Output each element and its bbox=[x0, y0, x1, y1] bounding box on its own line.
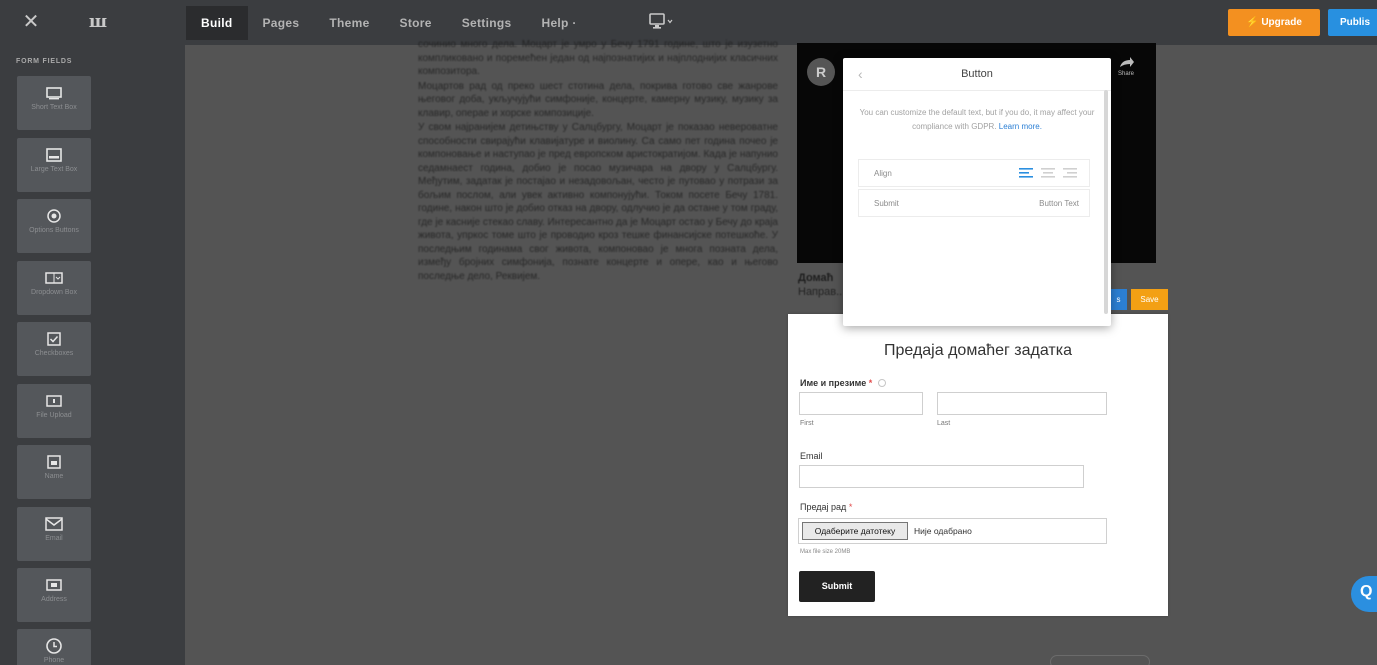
button-text-row[interactable]: Submit Button Text bbox=[858, 189, 1090, 217]
button-text-label: Button Text bbox=[1039, 199, 1079, 208]
align-center-icon[interactable] bbox=[1041, 168, 1055, 178]
tile-label: Short Text Box bbox=[31, 104, 77, 111]
popover-header: ‹ Button bbox=[843, 58, 1111, 91]
doc-paragraph: сочинио много дела. Моцарт је умро у Беч… bbox=[418, 39, 778, 77]
nav-theme[interactable]: Theme bbox=[314, 6, 384, 40]
form-title[interactable]: Предаја домаћег задатка bbox=[884, 342, 1072, 360]
submit-button[interactable]: Submit bbox=[799, 571, 875, 602]
email-input[interactable] bbox=[799, 465, 1084, 488]
tile-large-text[interactable]: Large Text Box bbox=[17, 138, 91, 192]
help-icon[interactable] bbox=[877, 379, 886, 387]
weebly-logo-icon[interactable]: ꟺ bbox=[84, 9, 112, 35]
upgrade-button[interactable]: ⚡ Upgrade bbox=[1228, 9, 1320, 36]
align-left-icon[interactable] bbox=[1019, 168, 1033, 178]
first-sublabel: First bbox=[800, 420, 814, 427]
tile-label: Dropdown Box bbox=[31, 289, 77, 296]
gdpr-note-text: You can customize the default text, but … bbox=[859, 108, 1095, 131]
gdpr-note: You can customize the default text, but … bbox=[857, 106, 1097, 134]
radio-icon bbox=[17, 206, 91, 226]
last-name-input[interactable] bbox=[937, 392, 1107, 415]
short-text-icon bbox=[17, 83, 91, 103]
align-row: Align bbox=[858, 159, 1090, 187]
tile-options-buttons[interactable]: Options Buttons bbox=[17, 199, 91, 253]
bottom-pill bbox=[1050, 655, 1150, 665]
upload-field-label[interactable]: Предај рад * bbox=[800, 502, 852, 512]
help-assistant-button[interactable]: Q bbox=[1351, 576, 1377, 612]
share-icon[interactable]: Share bbox=[1116, 55, 1136, 89]
align-right-icon[interactable] bbox=[1063, 168, 1077, 178]
tile-phone[interactable]: Phone bbox=[17, 629, 91, 665]
tile-email[interactable]: Email bbox=[17, 507, 91, 561]
tile-label: Name bbox=[44, 473, 64, 480]
name-field-label[interactable]: Име и презиме * bbox=[800, 378, 886, 388]
main-nav: Build Pages Theme Store Settings Help · bbox=[186, 6, 592, 40]
tile-address[interactable]: Address bbox=[17, 568, 91, 622]
button-settings-popover: ‹ Button You can customize the default t… bbox=[843, 58, 1111, 326]
popover-scrollbar[interactable] bbox=[1104, 90, 1108, 314]
toolbar-save-button[interactable]: Save bbox=[1131, 289, 1168, 310]
section-subtitle: Направ... bbox=[798, 286, 843, 298]
nav-settings[interactable]: Settings bbox=[447, 6, 527, 40]
checkbox-icon bbox=[17, 329, 91, 349]
tile-name[interactable]: Name bbox=[17, 445, 91, 499]
choose-file-button[interactable]: Одаберите датотеку bbox=[802, 522, 908, 540]
monitor-icon[interactable] bbox=[648, 11, 674, 33]
popover-title: Button bbox=[961, 68, 993, 80]
nav-pages[interactable]: Pages bbox=[248, 6, 315, 40]
email-icon bbox=[17, 514, 91, 534]
email-field-label[interactable]: Email bbox=[800, 451, 823, 461]
max-size-note: Max file size 20MB bbox=[800, 549, 851, 555]
align-label: Align bbox=[874, 169, 892, 178]
learn-more-link[interactable]: Learn more. bbox=[999, 122, 1042, 131]
tile-label: File Upload bbox=[36, 412, 72, 419]
tile-dropdown[interactable]: Dropdown Box bbox=[17, 261, 91, 315]
required-mark: * bbox=[868, 378, 873, 388]
upload-icon bbox=[17, 391, 91, 411]
align-options bbox=[1019, 168, 1077, 178]
form-fields-panel: FORM FIELDS Short Text Box Large Text Bo… bbox=[0, 45, 185, 665]
clock-icon bbox=[17, 636, 91, 656]
first-name-input[interactable] bbox=[799, 392, 923, 415]
doc-paragraph: У свом најранијем детињству у Салцбургу,… bbox=[418, 122, 778, 282]
publish-button[interactable]: Publis bbox=[1328, 9, 1377, 36]
tile-label: Options Buttons bbox=[29, 227, 79, 234]
tile-label: Address bbox=[41, 596, 67, 603]
nav-store[interactable]: Store bbox=[385, 6, 447, 40]
name-label-text: Име и презиме bbox=[800, 378, 867, 388]
dropdown-icon bbox=[17, 268, 91, 288]
tile-label: Large Text Box bbox=[30, 166, 78, 173]
name-icon bbox=[17, 452, 91, 472]
tile-label: Phone bbox=[43, 657, 65, 664]
close-icon[interactable]: ✕ bbox=[18, 9, 44, 35]
form-card: Предаја домаћег задатка Име и презиме * … bbox=[788, 314, 1168, 616]
large-text-icon bbox=[17, 145, 91, 165]
address-icon bbox=[17, 575, 91, 595]
document-text[interactable]: сочинио много дела. Моцарт је умро у Беч… bbox=[418, 38, 778, 283]
search-icon: Q bbox=[1360, 583, 1373, 600]
nav-help[interactable]: Help · bbox=[526, 6, 591, 40]
share-label: Share bbox=[1117, 71, 1134, 77]
file-upload-field: Одаберите датотеку Није одабрано bbox=[798, 518, 1107, 544]
doc-paragraph: Моцартов рад од преко шест стотина дела,… bbox=[418, 80, 778, 119]
last-sublabel: Last bbox=[937, 420, 951, 427]
upload-label-text: Предај рад bbox=[800, 502, 847, 512]
tile-short-text[interactable]: Short Text Box bbox=[17, 76, 91, 130]
tile-file-upload[interactable]: File Upload bbox=[17, 384, 91, 438]
no-file-text: Није одабрано bbox=[914, 526, 972, 536]
upgrade-label: Upgrade bbox=[1261, 17, 1302, 28]
panel-heading: FORM FIELDS bbox=[16, 58, 73, 65]
tile-checkboxes[interactable]: Checkboxes bbox=[17, 322, 91, 376]
toolbar-blue-button[interactable]: s bbox=[1110, 289, 1127, 310]
channel-avatar: R bbox=[807, 58, 835, 86]
nav-build[interactable]: Build bbox=[186, 6, 248, 40]
button-text-value: Submit bbox=[874, 199, 899, 208]
tile-label: Checkboxes bbox=[34, 350, 74, 357]
tile-label: Email bbox=[45, 535, 63, 542]
required-mark: * bbox=[848, 502, 853, 512]
